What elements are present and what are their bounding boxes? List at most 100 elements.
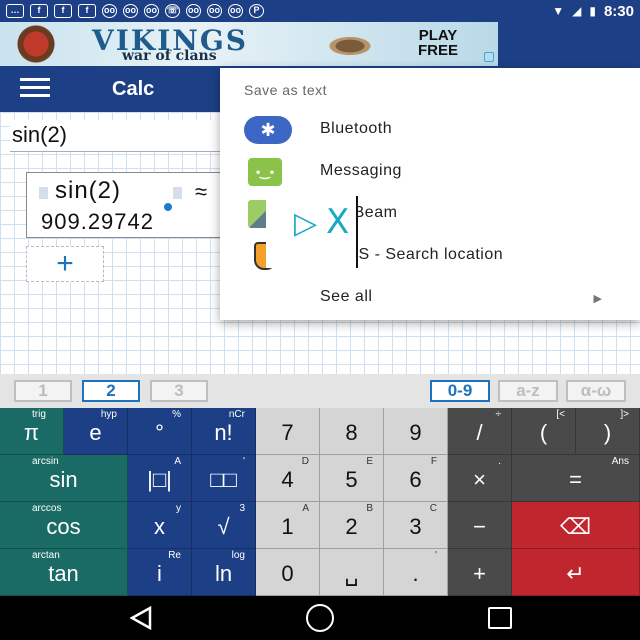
cursor-handle[interactable] [164,203,172,211]
key-label: e [89,420,102,445]
key-2-2[interactable]: 3 √ [192,502,256,549]
key-3-3[interactable]: 0 [256,549,320,596]
key-secondary-label: ]> [620,409,629,420]
key-secondary-label: B [366,503,373,514]
key-label: / [476,420,483,445]
key-0-6[interactable]: 9 [384,408,448,455]
key-label: ( [539,420,548,445]
key-0-1[interactable]: hyp e [64,408,128,455]
key-secondary-label: trig [32,409,46,420]
ad-dragon-image [300,24,400,64]
key-secondary-label: A [174,456,181,467]
key-secondary-label: arccos [32,503,62,514]
key-0-5[interactable]: 8 [320,408,384,455]
placeholder-box [173,187,182,199]
placeholder-box [39,187,48,199]
key-2-5[interactable]: C3 [384,502,448,549]
key-3-5[interactable]: '. [384,549,448,596]
ad-cta[interactable]: PLAY FREE [418,28,458,58]
key-3-1[interactable]: Re i [128,549,192,596]
ad-viking-image [8,24,78,64]
key-1-5[interactable]: F6 [384,455,448,502]
key-secondary-label: log [231,550,245,561]
key-label: ⌫ [559,514,592,539]
key-3-7[interactable]: ↵ [512,549,640,596]
ad-overlay[interactable]: ▷ X [266,196,358,268]
key-label: 1 [281,514,294,539]
key-2-6[interactable]: − [448,502,512,549]
ad-banner[interactable]: VIKINGS war of clans PLAY FREE [0,22,498,66]
see-all-button[interactable]: See all ▶ [220,278,640,320]
key-label: × [473,467,486,492]
key-label: ln [214,561,233,586]
back-icon[interactable] [128,606,154,630]
key-0-9[interactable]: ]>) [576,408,640,455]
mode-tab-latin[interactable]: a-z [498,380,558,402]
key-1-1[interactable]: A |□| [128,455,192,502]
add-row-button[interactable]: + [26,246,104,282]
key-3-2[interactable]: log ln [192,549,256,596]
status-bar: … f f f oo oo oo ☏ oo oo oo P ▼ ◢ ▮ 8:30 [0,0,640,22]
share-item-bluetooth[interactable]: ✱ Bluetooth [220,110,640,152]
key-2-3[interactable]: A1 [256,502,320,549]
page-tab-1[interactable]: 1 [14,380,72,402]
key-3-6[interactable]: + [448,549,512,596]
key-secondary-label: F [430,456,437,467]
app-title: Calc [112,78,155,100]
messaging-icon: •‿• [248,158,282,186]
hamburger-menu-icon[interactable] [20,78,68,100]
key-secondary-label: C [429,503,437,514]
key-1-2[interactable]: ' □□ [192,455,256,502]
key-secondary-label: arctan [32,550,60,561]
voicemail-icon: oo [228,4,243,18]
key-secondary-label: y [176,503,181,514]
key-3-4[interactable]: ␣ [320,549,384,596]
share-item-messaging[interactable]: •‿• Messaging [220,152,640,194]
key-label: tan [48,561,79,586]
key-2-4[interactable]: B2 [320,502,384,549]
key-label: 0 [281,561,294,586]
signal-icon: ◢ [572,4,582,18]
key-label: n! [214,420,233,445]
expression-input[interactable]: sin(2) [10,120,220,152]
ad-close-icon[interactable]: X [326,202,349,242]
key-1-3[interactable]: D4 [256,455,320,502]
adchoices-icon[interactable] [484,52,494,62]
clock: 8:30 [603,2,634,20]
key-0-8[interactable]: [< ( [512,408,576,455]
key-0-4[interactable]: 7 [256,408,320,455]
mode-tab-digits[interactable]: 0-9 [430,380,490,402]
key-secondary-label: E [366,456,373,467]
page-tab-3[interactable]: 3 [150,380,208,402]
key-0-0[interactable]: trig π [0,408,64,455]
key-1-4[interactable]: E5 [320,455,384,502]
share-menu: Save as text ✱ Bluetooth •‿• Messaging r… [220,68,640,320]
key-2-7[interactable]: ⌫ [512,502,640,549]
recent-apps-icon[interactable] [488,607,512,629]
key-secondary-label: 3 [239,503,245,514]
key-0-3[interactable]: nCr n! [192,408,256,455]
key-label: cos [46,514,81,539]
home-icon[interactable] [306,604,334,632]
ad-play-icon[interactable]: ▷ [294,206,317,241]
key-secondary-label: . [498,456,501,467]
key-0-2[interactable]: % ° [128,408,192,455]
key-1-6[interactable]: . × [448,455,512,502]
key-label: 6 [409,467,422,492]
voicemail-icon: oo [207,4,222,18]
key-1-0[interactable]: arcsin sin [0,455,128,502]
key-secondary-label: A [302,503,309,514]
key-2-1[interactable]: yx [128,502,192,549]
key-2-0[interactable]: arccos cos [0,502,128,549]
page-tab-2[interactable]: 2 [82,380,140,402]
key-label: 5 [345,467,358,492]
key-0-7[interactable]: ÷ / [448,408,512,455]
key-1-7[interactable]: Ans = [512,455,640,502]
mode-tab-greek[interactable]: α-ω [566,380,626,402]
key-secondary-label: ' [435,550,437,561]
key-label: x [154,514,165,539]
key-secondary-label: [< [556,409,565,420]
key-label: π [23,420,40,445]
result-card[interactable]: sin(2) ≈ 909.29742 [26,172,224,238]
key-3-0[interactable]: arctan tan [0,549,128,596]
